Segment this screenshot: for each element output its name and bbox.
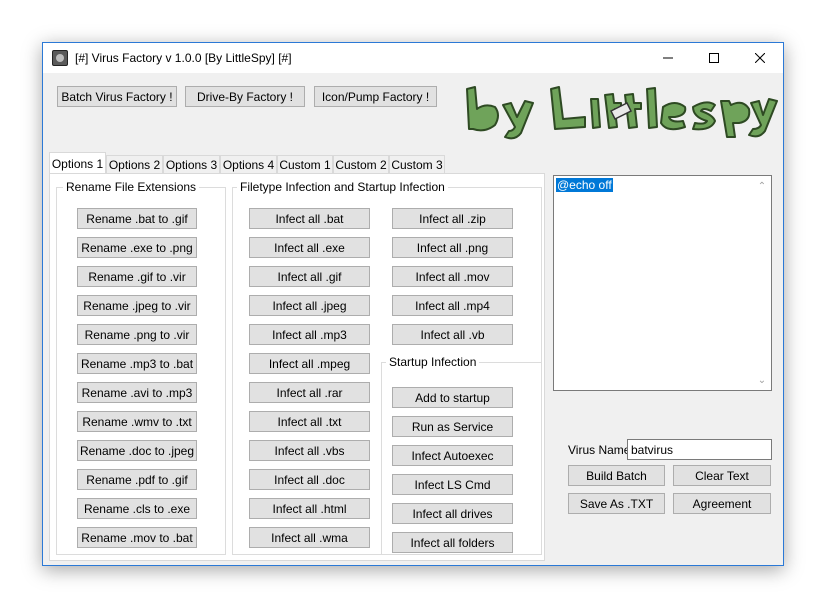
maximize-icon bbox=[709, 53, 719, 63]
editor-selected-text: @echo off bbox=[556, 178, 613, 192]
infect-button[interactable]: Infect all .rar bbox=[249, 382, 370, 403]
infect-button[interactable]: Infect all .jpeg bbox=[249, 295, 370, 316]
tab-options-1[interactable]: Options 1 bbox=[49, 152, 106, 174]
tab-custom-2[interactable]: Custom 2 bbox=[333, 155, 389, 174]
close-icon bbox=[755, 53, 765, 63]
tab-custom-1[interactable]: Custom 1 bbox=[277, 155, 333, 174]
rename-button[interactable]: Rename .bat to .gif bbox=[77, 208, 197, 229]
infect-button[interactable]: Infect all .wma bbox=[249, 527, 370, 548]
rename-button[interactable]: Rename .gif to .vir bbox=[77, 266, 197, 287]
clear-text-button[interactable]: Clear Text bbox=[673, 465, 771, 486]
tab-options-3[interactable]: Options 3 bbox=[163, 155, 220, 174]
infect-button[interactable]: Infect all .exe bbox=[249, 237, 370, 258]
title-bar[interactable]: [#] Virus Factory v 1.0.0 [By LittleSpy]… bbox=[43, 43, 783, 73]
virus-name-label: Virus Name: bbox=[568, 443, 634, 457]
app-window: [#] Virus Factory v 1.0.0 [By LittleSpy]… bbox=[42, 42, 784, 566]
minimize-button[interactable] bbox=[645, 43, 691, 73]
infect-button[interactable]: Infect all .vbs bbox=[249, 440, 370, 461]
tab-options-4[interactable]: Options 4 bbox=[220, 155, 277, 174]
infect-button[interactable]: Infect all .mp3 bbox=[249, 324, 370, 345]
infection-group-label: Filetype Infection and Startup Infection bbox=[237, 180, 448, 194]
startup-button[interactable]: Add to startup bbox=[392, 387, 513, 408]
maximize-button[interactable] bbox=[691, 43, 737, 73]
options-1-panel: Rename File Extensions Rename .bat to .g… bbox=[49, 173, 545, 561]
infect-button[interactable]: Infect all .txt bbox=[249, 411, 370, 432]
infect-button[interactable]: Infect all .vb bbox=[392, 324, 513, 345]
infect-button[interactable]: Infect all .mov bbox=[392, 266, 513, 287]
agreement-button[interactable]: Agreement bbox=[673, 493, 771, 514]
rename-button[interactable]: Rename .exe to .png bbox=[77, 237, 197, 258]
rename-button[interactable]: Rename .mov to .bat bbox=[77, 527, 197, 548]
minimize-icon bbox=[663, 57, 673, 59]
tab-custom-3[interactable]: Custom 3 bbox=[389, 155, 445, 174]
infect-button[interactable]: Infect all .mp4 bbox=[392, 295, 513, 316]
rename-extensions-group: Rename File Extensions Rename .bat to .g… bbox=[56, 180, 226, 555]
startup-infection-group: Startup Infection Add to startup Run as … bbox=[381, 355, 541, 554]
startup-group-label: Startup Infection bbox=[386, 355, 480, 369]
batch-script-editor[interactable]: @echo off ⌃ ⌄ bbox=[553, 175, 772, 391]
infect-button[interactable]: Infect all .mpeg bbox=[249, 353, 370, 374]
infect-button[interactable]: Infect all .png bbox=[392, 237, 513, 258]
infect-button[interactable]: Infect all .gif bbox=[249, 266, 370, 287]
filetype-infection-group: Filetype Infection and Startup Infection… bbox=[232, 180, 542, 555]
rename-button[interactable]: Rename .cls to .exe bbox=[77, 498, 197, 519]
window-title: [#] Virus Factory v 1.0.0 [By LittleSpy]… bbox=[75, 51, 292, 65]
rename-button[interactable]: Rename .avi to .mp3 bbox=[77, 382, 197, 403]
infect-button[interactable]: Infect all .zip bbox=[392, 208, 513, 229]
infect-button[interactable]: Infect all .doc bbox=[249, 469, 370, 490]
tab-options-2[interactable]: Options 2 bbox=[106, 155, 163, 174]
build-batch-button[interactable]: Build Batch bbox=[568, 465, 665, 486]
close-button[interactable] bbox=[737, 43, 783, 73]
infect-button[interactable]: Infect all .html bbox=[249, 498, 370, 519]
rename-button[interactable]: Rename .png to .vir bbox=[77, 324, 197, 345]
infect-button[interactable]: Infect all .bat bbox=[249, 208, 370, 229]
startup-button[interactable]: Infect Autoexec bbox=[392, 445, 513, 466]
startup-button[interactable]: Run as Service bbox=[392, 416, 513, 437]
app-icon bbox=[52, 50, 68, 66]
rename-button[interactable]: Rename .mp3 to .bat bbox=[77, 353, 197, 374]
icon-pump-factory-button[interactable]: Icon/Pump Factory ! bbox=[314, 86, 437, 107]
startup-button[interactable]: Infect all folders bbox=[392, 532, 513, 553]
drive-by-factory-button[interactable]: Drive-By Factory ! bbox=[185, 86, 305, 107]
rename-button[interactable]: Rename .jpeg to .vir bbox=[77, 295, 197, 316]
virus-name-input[interactable] bbox=[627, 439, 772, 460]
rename-button[interactable]: Rename .wmv to .txt bbox=[77, 411, 197, 432]
littlespy-logo bbox=[466, 86, 778, 140]
startup-button[interactable]: Infect LS Cmd bbox=[392, 474, 513, 495]
startup-button[interactable]: Infect all drives bbox=[392, 503, 513, 524]
save-as-txt-button[interactable]: Save As .TXT bbox=[568, 493, 665, 514]
scroll-down-icon[interactable]: ⌄ bbox=[756, 374, 768, 386]
rename-button[interactable]: Rename .doc to .jpeg bbox=[77, 440, 197, 461]
rename-button[interactable]: Rename .pdf to .gif bbox=[77, 469, 197, 490]
rename-group-label: Rename File Extensions bbox=[63, 180, 200, 194]
scroll-up-icon[interactable]: ⌃ bbox=[756, 180, 768, 192]
batch-virus-factory-button[interactable]: Batch Virus Factory ! bbox=[57, 86, 177, 107]
